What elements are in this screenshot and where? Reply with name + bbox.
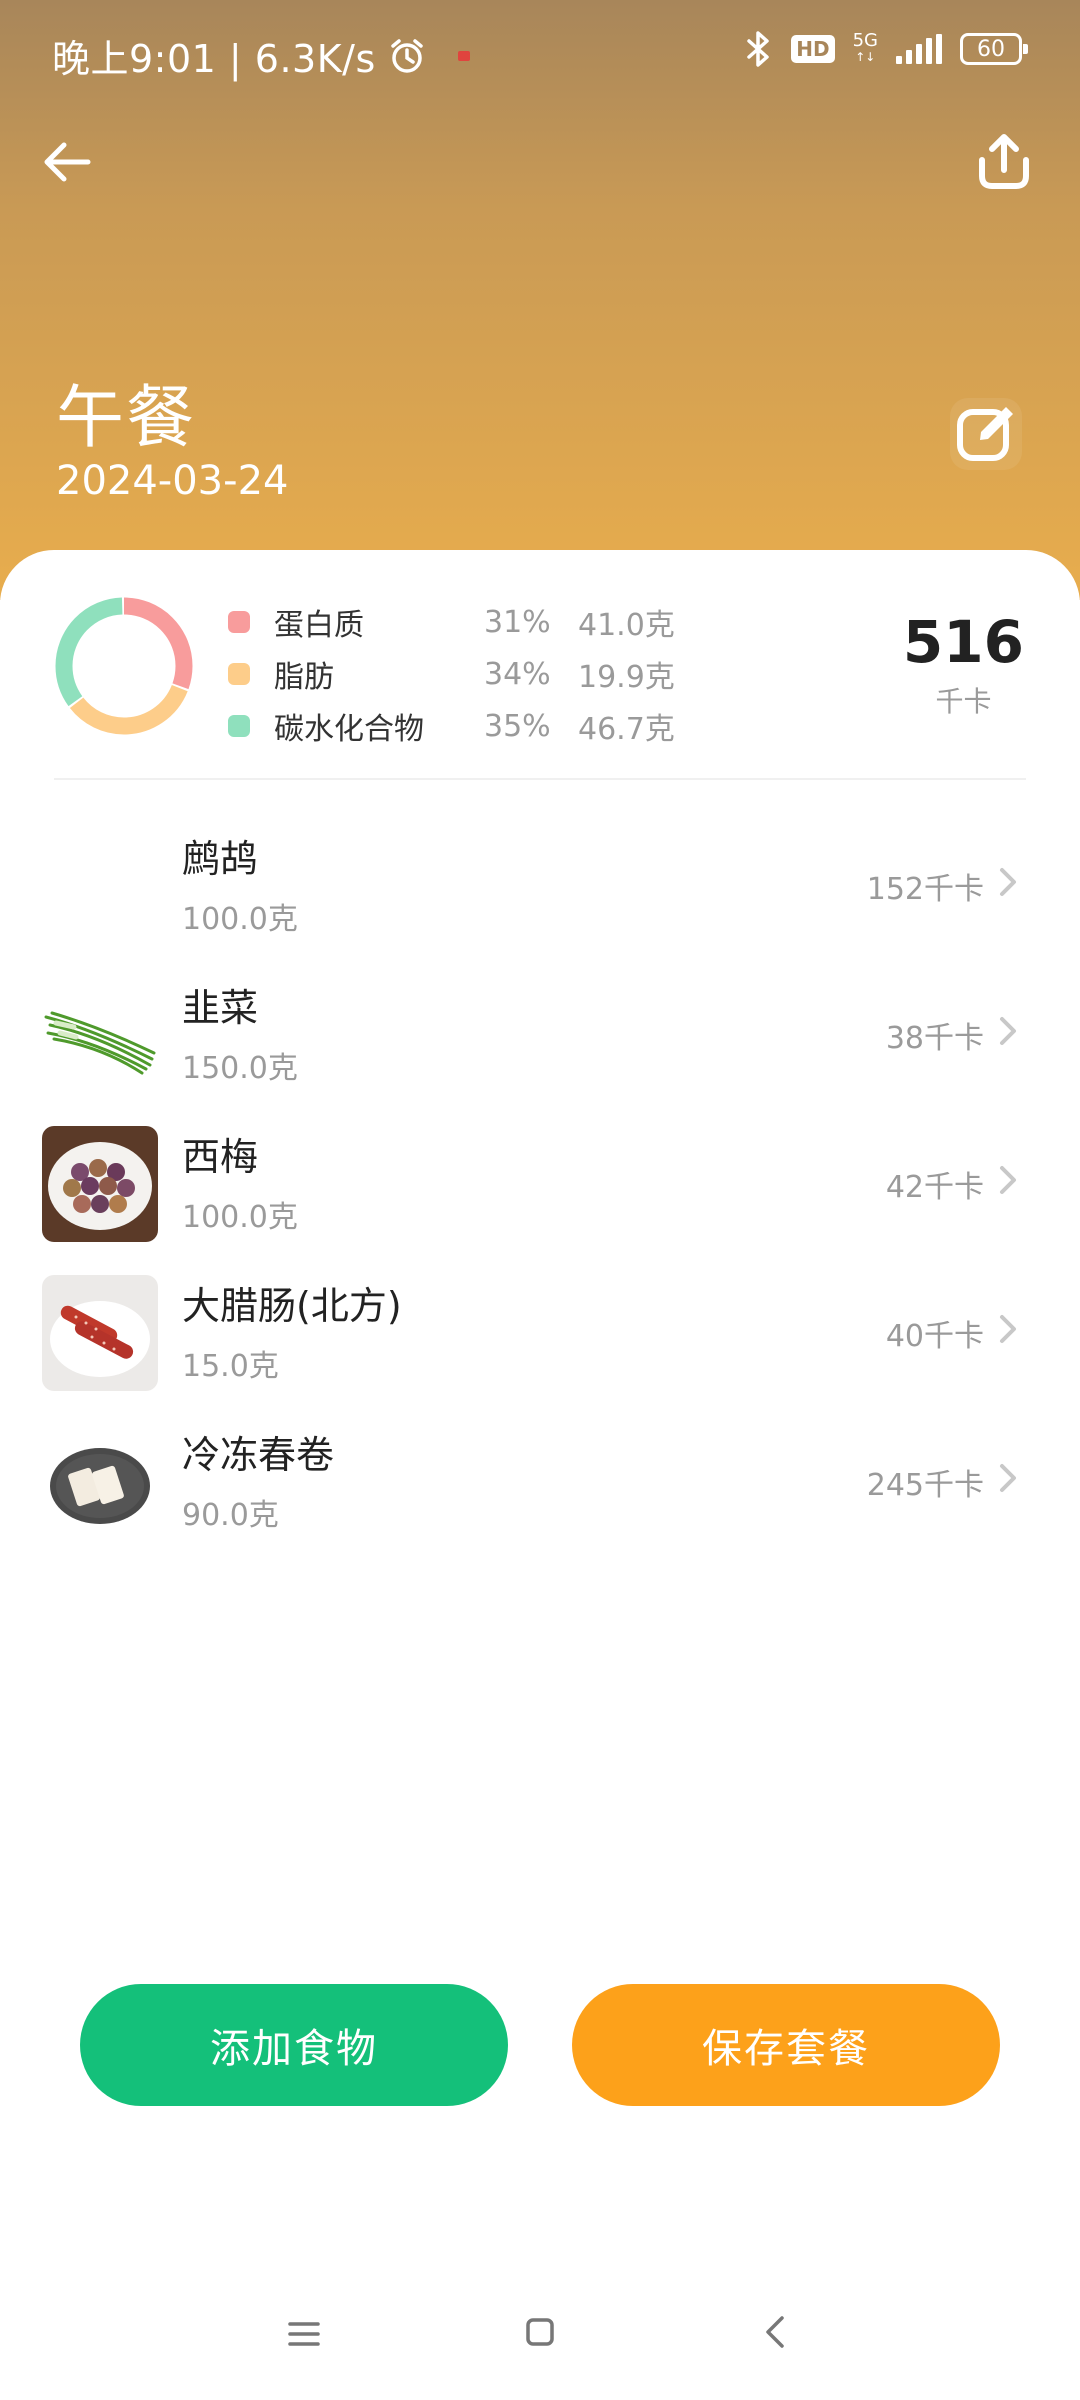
fat-label: 脂肪 — [274, 660, 334, 695]
chevron-right-icon — [1000, 1315, 1016, 1343]
food-amount: 90.0克 — [182, 1498, 279, 1533]
food-amount: 100.0克 — [182, 1200, 298, 1235]
prunes-image — [42, 1126, 158, 1242]
divider — [54, 778, 1026, 780]
signal-icon — [896, 34, 942, 64]
food-calories: 38千卡 — [885, 1021, 984, 1056]
legend-row-carbs: 碳水化合物 35% 46.7克 — [228, 700, 718, 752]
hd-badge: HD — [791, 35, 835, 63]
food-row[interactable]: 大腊肠(北方) 15.0克 40千卡 — [0, 1255, 1080, 1404]
battery-level: 60 — [977, 36, 1005, 62]
food-amount: 150.0克 — [182, 1051, 298, 1086]
network-indicator: 5G ↑↓ — [852, 30, 878, 65]
chevron-right-icon — [1000, 868, 1016, 896]
food-list: 鹧鸪 100.0克 152千卡 韭菜 150.0克 38千卡 西梅 100.0克… — [0, 808, 1080, 1553]
menu-icon[interactable] — [284, 2314, 324, 2354]
total-calories: 516 千卡 — [903, 610, 1024, 720]
food-calories: 245千卡 — [866, 1468, 984, 1503]
protein-label: 蛋白质 — [274, 608, 364, 643]
food-thumbnail-empty — [42, 828, 158, 944]
chives-image — [42, 977, 158, 1093]
back-icon[interactable] — [756, 2310, 796, 2354]
sausage-image — [42, 1275, 158, 1391]
macro-donut-chart — [55, 597, 193, 735]
content-sheet: 蛋白质 31% 41.0克 脂肪 34% 19.9克 碳水化合物 35% 46.… — [0, 550, 1080, 2400]
home-icon[interactable] — [520, 2312, 560, 2352]
food-name: 冷冻春卷 — [182, 1433, 335, 1477]
fat-amount: 19.9克 — [578, 660, 675, 695]
top-navigation — [0, 120, 1080, 210]
protein-percent: 31% — [484, 604, 551, 640]
carbs-percent: 35% — [484, 708, 551, 744]
legend-row-protein: 蛋白质 31% 41.0克 — [228, 596, 718, 648]
protein-dot — [228, 611, 250, 633]
notification-icon — [457, 50, 470, 61]
total-calories-unit: 千卡 — [935, 685, 992, 718]
back-arrow-icon[interactable] — [38, 132, 98, 192]
edit-icon[interactable] — [950, 398, 1022, 470]
legend-row-fat: 脂肪 34% 19.9克 — [228, 648, 718, 700]
system-navigation-bar — [0, 2290, 1080, 2380]
protein-amount: 41.0克 — [578, 608, 675, 643]
food-row[interactable]: 西梅 100.0克 42千卡 — [0, 1106, 1080, 1255]
carbs-dot — [228, 715, 250, 737]
food-row[interactable]: 韭菜 150.0克 38千卡 — [0, 957, 1080, 1106]
spring-roll-image — [42, 1424, 158, 1540]
chevron-right-icon — [1000, 1166, 1016, 1194]
carbs-amount: 46.7克 — [578, 712, 675, 747]
food-amount: 15.0克 — [182, 1349, 279, 1384]
save-meal-button[interactable]: 保存套餐 — [572, 1984, 1000, 2106]
meal-detail-screen: 晚上9:01 | 6.3K/s HD 5G ↑↓ 60 午餐 2024-03-2… — [0, 0, 1080, 2400]
food-name: 大腊肠(北方) — [182, 1284, 402, 1328]
total-calories-value: 516 — [902, 608, 1024, 676]
status-bar: 晚上9:01 | 6.3K/s HD 5G ↑↓ 60 — [0, 0, 1080, 100]
alarm-icon — [391, 38, 423, 73]
food-row[interactable]: 冷冻春卷 90.0克 245千卡 — [0, 1404, 1080, 1553]
add-food-button[interactable]: 添加食物 — [80, 1984, 508, 2106]
status-time-speed: 晚上9:01 | 6.3K/s — [52, 37, 376, 81]
food-row[interactable]: 鹧鸪 100.0克 152千卡 — [0, 808, 1080, 957]
chevron-right-icon — [1000, 1464, 1016, 1492]
fat-percent: 34% — [484, 656, 551, 692]
meal-date: 2024-03-24 — [56, 458, 289, 504]
food-amount: 100.0克 — [182, 902, 298, 937]
food-name: 西梅 — [182, 1135, 259, 1179]
nutrition-summary: 蛋白质 31% 41.0克 脂肪 34% 19.9克 碳水化合物 35% 46.… — [0, 550, 1080, 780]
status-right: HD 5G ↑↓ 60 — [743, 30, 1028, 68]
meal-title: 午餐 — [56, 379, 197, 458]
food-calories: 40千卡 — [885, 1319, 984, 1354]
food-calories: 42千卡 — [885, 1170, 984, 1205]
fat-dot — [228, 663, 250, 685]
share-icon[interactable] — [972, 130, 1036, 194]
status-left: 晚上9:01 | 6.3K/s — [52, 28, 470, 83]
macro-legend: 蛋白质 31% 41.0克 脂肪 34% 19.9克 碳水化合物 35% 46.… — [228, 596, 718, 752]
food-calories: 152千卡 — [866, 872, 984, 907]
bluetooth-icon — [747, 31, 769, 67]
carbs-label: 碳水化合物 — [274, 712, 424, 747]
chevron-right-icon — [1000, 1017, 1016, 1045]
battery-icon: 60 — [960, 33, 1028, 65]
food-name: 韭菜 — [182, 986, 259, 1030]
food-name: 鹧鸪 — [182, 837, 259, 881]
